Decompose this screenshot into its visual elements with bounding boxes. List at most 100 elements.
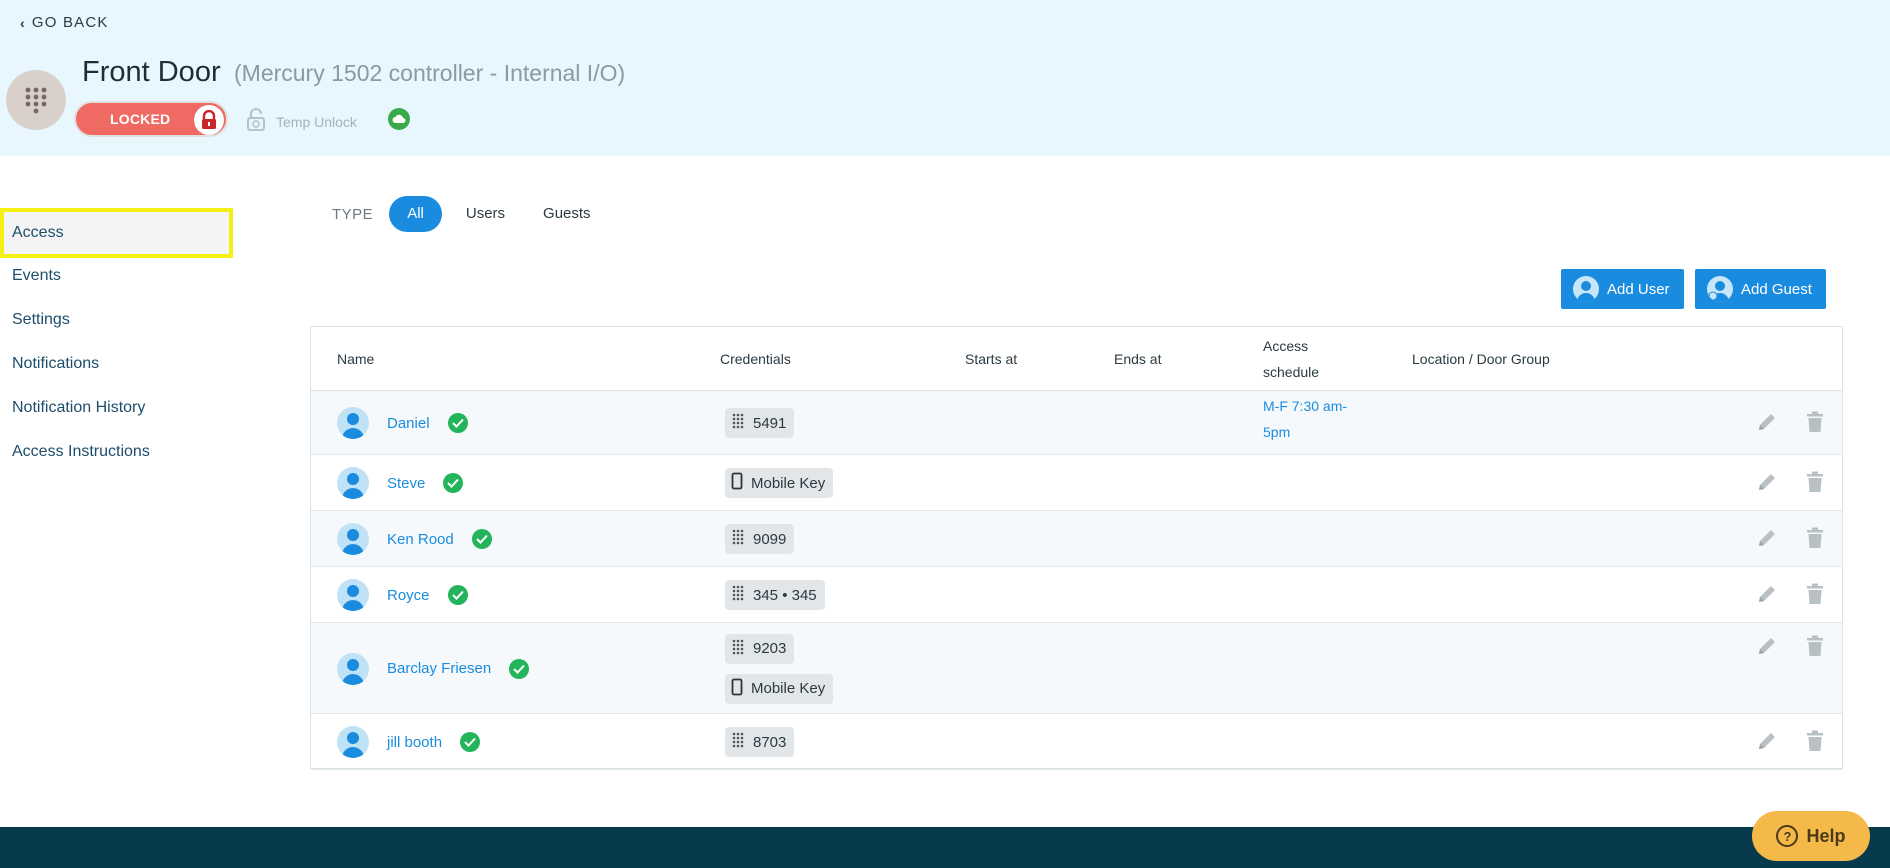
column-name: Name (337, 351, 375, 367)
trash-icon[interactable] (1806, 527, 1824, 554)
add-user-label: Add User (1607, 280, 1670, 298)
credential-value: 8703 (753, 733, 787, 751)
keypad-icon (6, 70, 66, 130)
temp-unlock-icon (246, 108, 266, 135)
column-access-schedule: Access schedule (1263, 338, 1320, 380)
user-name-cell: Barclay Friesen (337, 623, 530, 714)
mobile-key-credential: Mobile Key (725, 673, 834, 704)
user-name-link[interactable]: Ken Rood (387, 531, 454, 548)
user-name-link[interactable]: Daniel (387, 415, 430, 432)
user-avatar-icon (337, 467, 369, 499)
pin-credential: 9203 (725, 633, 795, 664)
trash-icon[interactable] (1806, 730, 1824, 757)
user-avatar-icon (337, 652, 369, 685)
filter-guests-button[interactable]: Guests (529, 196, 605, 232)
controller-subtitle: (Mercury 1502 controller - Internal I/O) (234, 60, 626, 86)
add-user-button[interactable]: Add User (1561, 269, 1684, 309)
trash-icon[interactable] (1806, 635, 1824, 662)
user-avatar-icon (337, 523, 369, 555)
door-header: ‹ GO BACK Front Door (Mercury 1502 contr… (0, 0, 1890, 156)
user-name-cell: Steve (337, 455, 464, 511)
user-avatar-icon (1573, 276, 1599, 302)
trash-icon[interactable] (1806, 411, 1824, 438)
lock-status-toggle[interactable]: LOCKED (74, 101, 228, 137)
mobile-phone-icon (731, 472, 743, 494)
sidebar-item-notifications[interactable]: Notifications (0, 342, 240, 386)
user-name-cell: jill booth (337, 714, 481, 770)
filter-all-button[interactable]: All (389, 196, 442, 232)
column-starts-at: Starts at (965, 351, 1018, 367)
row-actions (1756, 471, 1824, 498)
lock-status-label: LOCKED (110, 111, 171, 127)
table-header: Name Credentials Starts at Ends at Acces… (311, 327, 1842, 391)
access-table: Name Credentials Starts at Ends at Acces… (310, 326, 1843, 770)
keypad-icon (731, 639, 745, 659)
add-guest-label: Add Guest (1741, 280, 1812, 298)
edit-icon[interactable] (1756, 635, 1778, 662)
add-guest-button[interactable]: Add Guest (1695, 269, 1826, 309)
page-footer (0, 827, 1890, 868)
sidebar-nav: Access Events Settings Notifications Not… (0, 208, 240, 474)
row-actions (1756, 527, 1824, 554)
keypad-icon (731, 529, 745, 549)
user-name-cell: Daniel (337, 391, 468, 455)
column-ends-at: Ends at (1114, 351, 1162, 367)
user-name-link[interactable]: jill booth (387, 734, 442, 751)
column-location-door-group: Location / Door Group (1412, 351, 1550, 367)
edit-icon[interactable] (1756, 583, 1778, 610)
row-actions (1756, 635, 1824, 662)
question-icon: ? (1776, 825, 1799, 847)
pin-credential: 8703 (725, 727, 795, 757)
table-row: jill booth 8703 (311, 714, 1842, 770)
filter-users-button[interactable]: Users (452, 196, 519, 232)
verified-check-icon (460, 732, 481, 752)
edit-icon[interactable] (1756, 471, 1778, 498)
table-row: Daniel 5491 M-F 7:30 am- 5pm (311, 391, 1842, 455)
credentials-cell: 8703 (725, 714, 795, 770)
user-name-link[interactable]: Steve (387, 475, 425, 492)
edit-icon[interactable] (1756, 730, 1778, 757)
trash-icon[interactable] (1806, 583, 1824, 610)
edit-icon[interactable] (1756, 527, 1778, 554)
trash-icon[interactable] (1806, 471, 1824, 498)
pin-credential: 5491 (725, 408, 795, 438)
table-row: Royce 345 • 345 (311, 567, 1842, 623)
mobile-phone-icon (731, 678, 743, 700)
user-name-cell: Ken Rood (337, 511, 492, 567)
sidebar-item-events[interactable]: Events (0, 254, 240, 298)
credential-value: Mobile Key (751, 680, 826, 697)
pin-credential: 345 • 345 (725, 580, 825, 610)
credentials-cell: 345 • 345 (725, 567, 825, 623)
credential-value: 345 • 345 (753, 586, 817, 604)
verified-check-icon (471, 529, 492, 549)
go-back-link[interactable]: ‹ GO BACK (20, 14, 109, 31)
sidebar-item-settings[interactable]: Settings (0, 298, 240, 342)
credential-value: 9203 (753, 640, 787, 657)
credentials-cell: Mobile Key (725, 455, 834, 511)
type-filter-label: TYPE (332, 205, 374, 223)
temp-unlock-label: Temp Unlock (276, 113, 357, 130)
sidebar-item-notification-history[interactable]: Notification History (0, 386, 240, 430)
row-actions (1756, 583, 1824, 610)
edit-icon[interactable] (1756, 411, 1778, 438)
credentials-cell: 9099 (725, 511, 795, 567)
credential-value: 5491 (753, 414, 787, 432)
user-name-link[interactable]: Royce (387, 587, 430, 604)
user-name-link[interactable]: Barclay Friesen (387, 660, 491, 677)
keypad-icon (731, 413, 745, 433)
keypad-icon (731, 732, 745, 752)
user-avatar-icon (337, 579, 369, 611)
access-schedule-link[interactable]: M-F 7:30 am- 5pm (1263, 393, 1347, 445)
help-button[interactable]: ? Help (1752, 811, 1870, 861)
verified-check-icon (509, 658, 530, 679)
user-avatar-icon (337, 407, 369, 439)
credential-value: 9099 (753, 530, 787, 548)
lock-icon (194, 105, 224, 135)
temp-unlock-button[interactable]: Temp Unlock (246, 108, 357, 135)
mobile-key-credential: Mobile Key (725, 468, 834, 498)
sidebar-item-access[interactable]: Access (0, 208, 233, 258)
chevron-left-icon: ‹ (20, 14, 26, 31)
column-credentials: Credentials (720, 351, 791, 367)
sidebar-item-access-instructions[interactable]: Access Instructions (0, 430, 240, 474)
type-filter: TYPE All Users Guests (332, 196, 615, 232)
